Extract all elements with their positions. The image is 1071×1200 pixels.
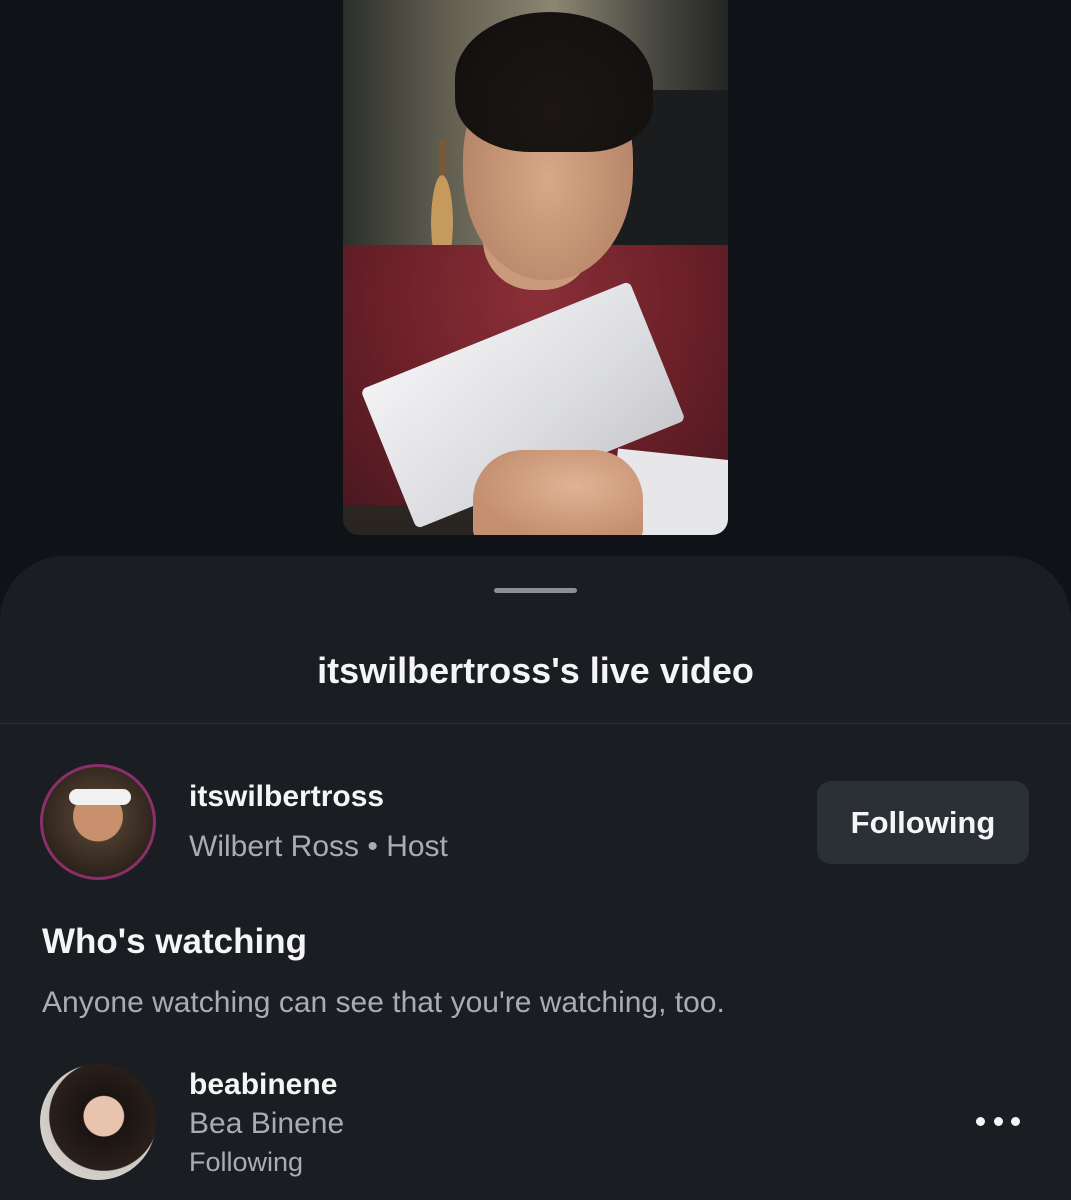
- whos-watching-description: Anyone watching can see that you're watc…: [42, 986, 725, 1019]
- following-button[interactable]: Following: [817, 781, 1029, 864]
- host-avatar[interactable]: [40, 764, 156, 880]
- viewers-bottom-sheet: itswilbertross's live video itswilbertro…: [0, 556, 1071, 1200]
- sheet-title: itswilbertross's live video: [317, 650, 754, 691]
- host-avatar-headband: [69, 789, 131, 805]
- viewer-avatar[interactable]: [40, 1064, 156, 1180]
- sheet-divider: [0, 723, 1071, 724]
- whos-watching-title: Who's watching: [42, 922, 307, 961]
- video-person-hair: [455, 12, 653, 152]
- host-subtitle: Wilbert Ross • Host: [189, 830, 448, 863]
- viewer-full-name: Bea Binene: [189, 1107, 345, 1140]
- live-video-screen: itswilbertross's live video itswilbertro…: [0, 0, 1071, 1200]
- video-person-hand: [473, 450, 643, 535]
- more-horizontal-icon[interactable]: [970, 1104, 1026, 1138]
- video-guitar: [423, 140, 461, 250]
- more-dot: [976, 1116, 985, 1126]
- sheet-drag-handle[interactable]: [494, 588, 577, 593]
- more-dot: [1011, 1116, 1020, 1126]
- viewer-follow-status: Following: [189, 1147, 304, 1177]
- live-video-preview[interactable]: [343, 0, 728, 535]
- host-username[interactable]: itswilbertross: [189, 780, 384, 814]
- more-dot: [993, 1116, 1003, 1126]
- viewer-username[interactable]: beabinene: [189, 1068, 337, 1102]
